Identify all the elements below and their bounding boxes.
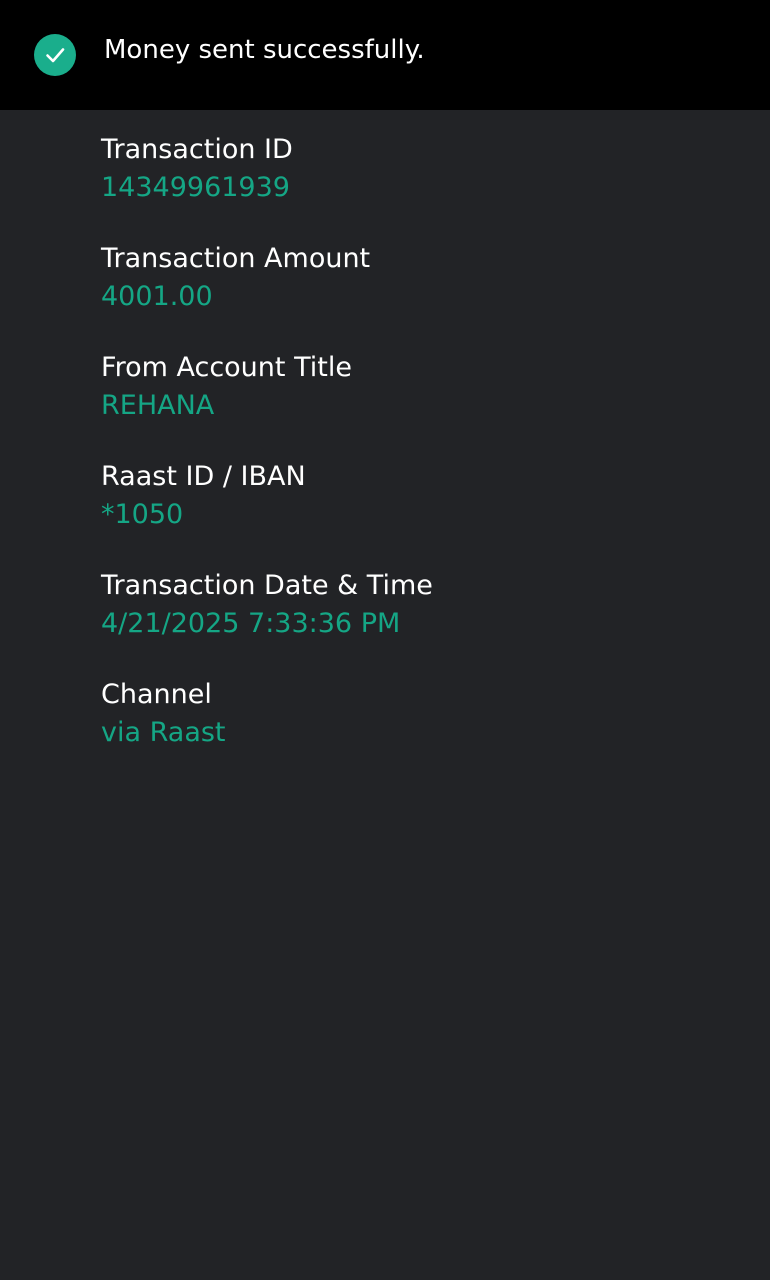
check-circle-icon bbox=[34, 34, 76, 76]
from-account-title-value: REHANA bbox=[101, 390, 215, 421]
success-banner: Money sent successfully. bbox=[0, 0, 770, 110]
transaction-id-label: Transaction ID bbox=[101, 134, 293, 165]
success-message: Money sent successfully. bbox=[104, 35, 425, 65]
detail-row-transaction-date-time: Transaction Date & Time 4/21/2025 7:33:3… bbox=[101, 568, 741, 677]
detail-row-raast-id-iban: Raast ID / IBAN *1050 bbox=[101, 459, 741, 568]
from-account-title-label: From Account Title bbox=[101, 352, 352, 383]
raast-id-iban-label: Raast ID / IBAN bbox=[101, 461, 306, 492]
channel-value: via Raast bbox=[101, 717, 226, 748]
detail-row-from-account-title: From Account Title REHANA bbox=[101, 350, 741, 459]
detail-row-channel: Channel via Raast bbox=[101, 677, 741, 786]
transaction-amount-value: 4001.00 bbox=[101, 281, 213, 312]
transaction-id-value: 14349961939 bbox=[101, 172, 290, 203]
transaction-details: Transaction ID 14349961939 Transaction A… bbox=[101, 132, 741, 786]
detail-row-transaction-amount: Transaction Amount 4001.00 bbox=[101, 241, 741, 350]
transaction-date-time-value: 4/21/2025 7:33:36 PM bbox=[101, 608, 401, 639]
transaction-date-time-label: Transaction Date & Time bbox=[101, 570, 433, 601]
detail-row-transaction-id: Transaction ID 14349961939 bbox=[101, 132, 741, 241]
raast-id-iban-value: *1050 bbox=[101, 499, 184, 530]
transaction-amount-label: Transaction Amount bbox=[101, 243, 371, 274]
channel-label: Channel bbox=[101, 679, 212, 710]
